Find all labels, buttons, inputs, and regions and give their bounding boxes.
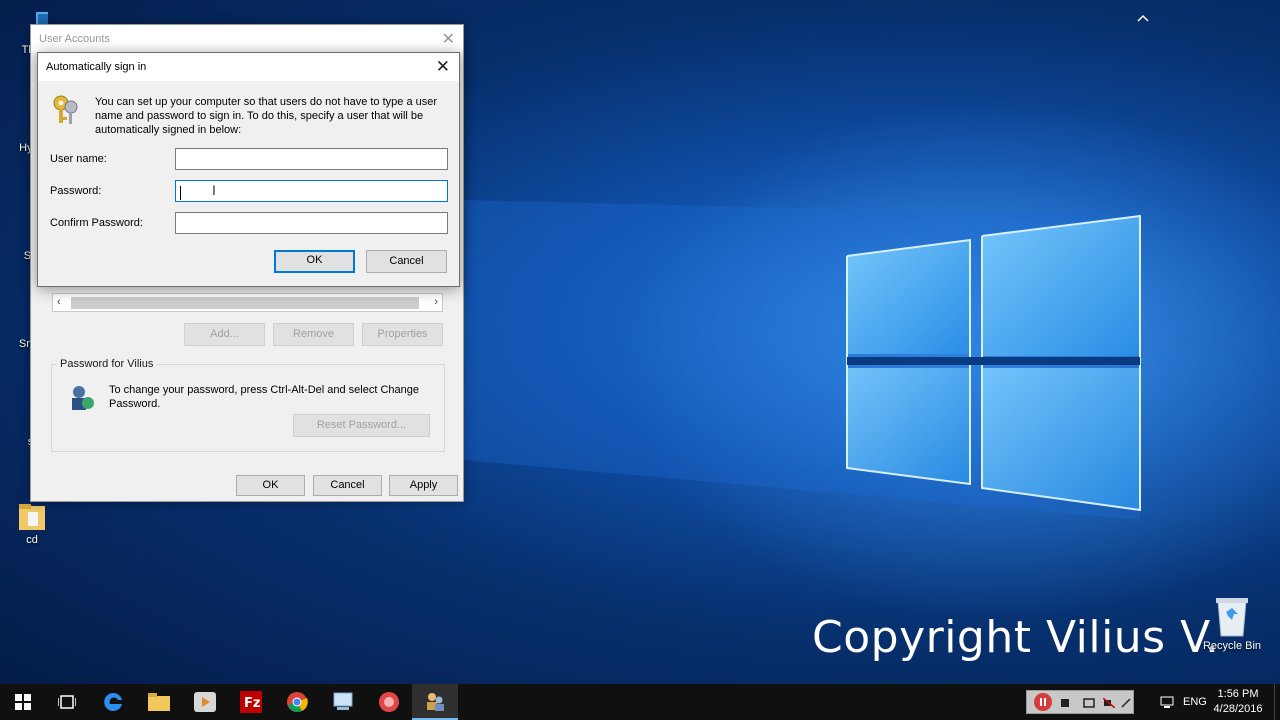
recorder-toolbar[interactable]	[1026, 690, 1134, 714]
desktop-icon-cd[interactable]: cd	[0, 500, 64, 546]
horizontal-scrollbar[interactable]: ‹ ›	[52, 293, 443, 312]
close-icon[interactable]: ✕	[436, 57, 450, 77]
dialog-cancel-button[interactable]: Cancel	[366, 250, 447, 273]
properties-button[interactable]: Properties	[362, 323, 443, 346]
autosignin-dialog: Automatically sign in ✕ You can set up y…	[37, 52, 460, 287]
taskbar-file-explorer[interactable]	[136, 684, 182, 720]
taskbar-media-player[interactable]	[182, 684, 228, 720]
confirm-password-label: Confirm Password:	[50, 217, 143, 229]
password-instructions: To change your password, press Ctrl-Alt-…	[109, 384, 419, 410]
media-player-icon	[194, 692, 216, 712]
taskbar-filezilla[interactable]: Fz	[228, 684, 274, 720]
ibeam-cursor-icon: I	[212, 182, 216, 198]
close-icon[interactable]: ✕	[442, 29, 455, 49]
copyright-watermark: Copyright Vilius V.	[812, 612, 1220, 663]
cancel-button[interactable]: Cancel	[313, 475, 382, 496]
draw-icon[interactable]	[1121, 698, 1131, 708]
show-desktop-button[interactable]	[1274, 684, 1280, 720]
edge-icon	[104, 692, 122, 711]
reset-password-button[interactable]: Reset Password...	[293, 414, 430, 437]
screen-icon[interactable]	[1083, 698, 1095, 708]
record-icon	[379, 692, 399, 712]
password-group-title: Password for Vilius	[57, 358, 157, 370]
autosignin-titlebar[interactable]: Automatically sign in ✕	[38, 53, 459, 81]
recycle-bin-label: Recycle Bin	[1202, 640, 1262, 652]
password-label: Password:	[50, 185, 102, 197]
taskbar-clock[interactable]: 1:56 PM 4/28/2016	[1212, 687, 1264, 717]
taskbar-network-app[interactable]	[320, 684, 366, 720]
window-title: User Accounts	[39, 33, 110, 45]
text-caret	[180, 186, 181, 200]
chevron-up-icon	[1137, 14, 1149, 22]
taskbar-user-accounts[interactable]	[412, 684, 458, 720]
stop-icon[interactable]	[1061, 699, 1069, 707]
desktop-icon-recycle-bin[interactable]: Recycle Bin	[1200, 594, 1264, 652]
username-label: User name:	[50, 153, 107, 165]
recycle-bin-icon	[1216, 598, 1248, 637]
filezilla-icon: Fz	[240, 691, 262, 713]
network-icon	[1160, 696, 1174, 708]
pause-record-icon[interactable]	[1033, 692, 1053, 712]
chrome-icon	[287, 692, 308, 713]
desktop-icon-label: cd	[26, 534, 38, 546]
start-button[interactable]	[0, 684, 46, 720]
ok-button[interactable]: OK	[236, 475, 305, 496]
add-button[interactable]: Add...	[184, 323, 265, 346]
taskbar-recorder[interactable]	[366, 684, 412, 720]
network-tray[interactable]	[1160, 684, 1174, 720]
keys-icon	[53, 95, 78, 124]
dialog-title: Automatically sign in	[46, 61, 147, 73]
dialog-description: You can set up your computer so that use…	[95, 96, 438, 136]
remove-button[interactable]: Remove	[273, 323, 354, 346]
task-view-button[interactable]	[44, 684, 90, 720]
apply-button[interactable]: Apply	[389, 475, 458, 496]
confirm-password-field[interactable]	[175, 212, 448, 234]
svg-text:Fz: Fz	[244, 696, 260, 711]
user-accounts-icon	[427, 693, 444, 711]
folder-icon	[148, 693, 170, 711]
webcam-off-icon[interactable]	[1103, 698, 1115, 708]
user-accounts-titlebar[interactable]: User Accounts ✕	[31, 25, 463, 53]
taskbar-edge[interactable]	[90, 684, 136, 720]
chevron-right-icon[interactable]: ›	[434, 296, 438, 308]
show-hidden-icons[interactable]	[1136, 0, 1150, 36]
users-key-icon	[72, 386, 94, 410]
clock-date: 4/28/2016	[1213, 703, 1263, 715]
dialog-ok-button[interactable]: OK	[274, 250, 355, 273]
network-computer-icon	[333, 692, 353, 710]
language-indicator[interactable]: ENG	[1183, 684, 1207, 720]
folder-icon	[19, 504, 45, 530]
chevron-left-icon[interactable]: ‹	[57, 296, 61, 308]
username-field[interactable]	[175, 148, 448, 170]
clock-time: 1:56 PM	[1217, 688, 1259, 700]
task-view-icon	[58, 695, 76, 709]
password-field[interactable]	[175, 180, 448, 202]
scrollbar-thumb[interactable]	[71, 297, 419, 309]
windows-logo-icon	[15, 694, 31, 710]
taskbar-chrome[interactable]	[274, 684, 320, 720]
